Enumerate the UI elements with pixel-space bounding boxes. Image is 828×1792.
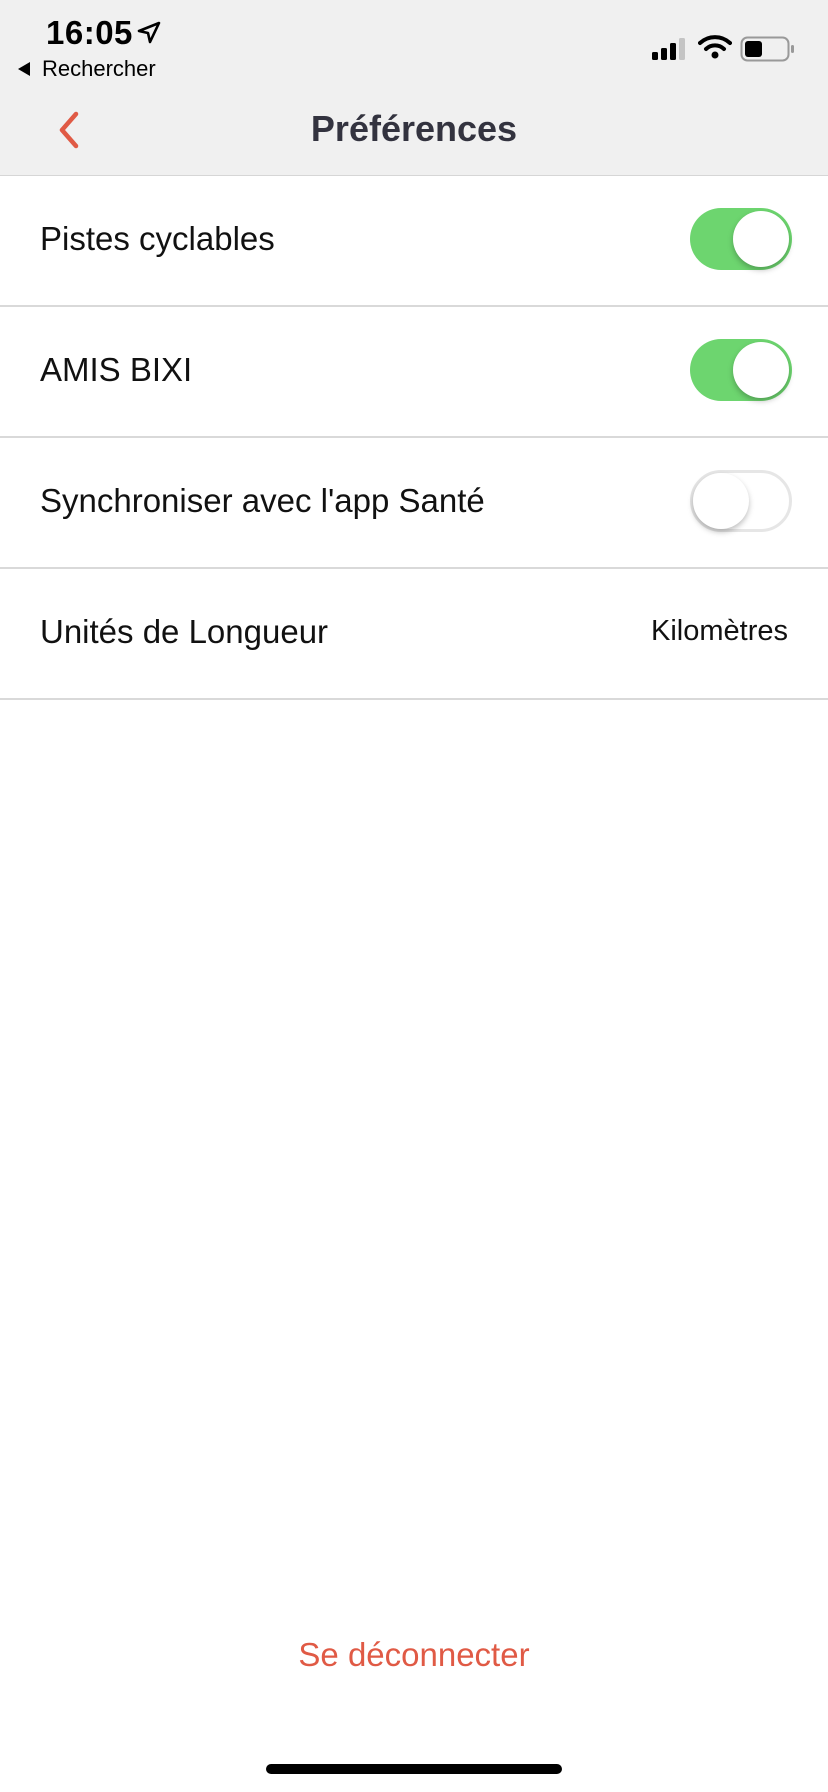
location-arrow-icon bbox=[137, 21, 161, 44]
cellular-signal-icon bbox=[652, 38, 685, 60]
back-to-app-link[interactable]: Rechercher bbox=[18, 56, 156, 82]
amis-bixi-toggle[interactable] bbox=[690, 339, 792, 401]
length-units-value[interactable]: Kilomètres bbox=[651, 615, 788, 648]
page-title: Préférences bbox=[310, 108, 518, 149]
pref-row-health-sync: Synchroniser avec l'app Santé bbox=[0, 438, 828, 569]
pref-row-length-units[interactable]: Unités de Longueur Kilomètres bbox=[0, 569, 828, 700]
pref-row-amis-bixi: AMIS BIXI bbox=[0, 307, 828, 438]
preferences-list: Pistes cyclables AMIS BIXI Synchroniser … bbox=[0, 176, 828, 700]
bike-lanes-toggle[interactable] bbox=[690, 208, 792, 270]
battery-icon bbox=[740, 36, 794, 62]
pref-label: Unités de Longueur bbox=[40, 613, 329, 650]
pref-label: Synchroniser avec l'app Santé bbox=[40, 482, 485, 519]
header: 16:05 Rechercher Préférences bbox=[0, 0, 828, 176]
pref-label: Pistes cyclables bbox=[40, 220, 275, 257]
pref-label: AMIS BIXI bbox=[40, 351, 193, 388]
wifi-icon bbox=[698, 35, 732, 59]
home-indicator bbox=[266, 1764, 562, 1774]
logout-button[interactable]: Se déconnecter bbox=[0, 1636, 828, 1674]
status-time: 16:05 bbox=[46, 14, 133, 51]
toggle-knob bbox=[693, 473, 749, 529]
back-triangle-icon bbox=[18, 62, 30, 76]
pref-row-bike-lanes: Pistes cyclables bbox=[0, 176, 828, 307]
toggle-knob bbox=[733, 342, 789, 398]
toggle-knob bbox=[733, 211, 789, 267]
health-sync-toggle[interactable] bbox=[690, 470, 792, 532]
back-to-app-label: Rechercher bbox=[42, 56, 156, 81]
